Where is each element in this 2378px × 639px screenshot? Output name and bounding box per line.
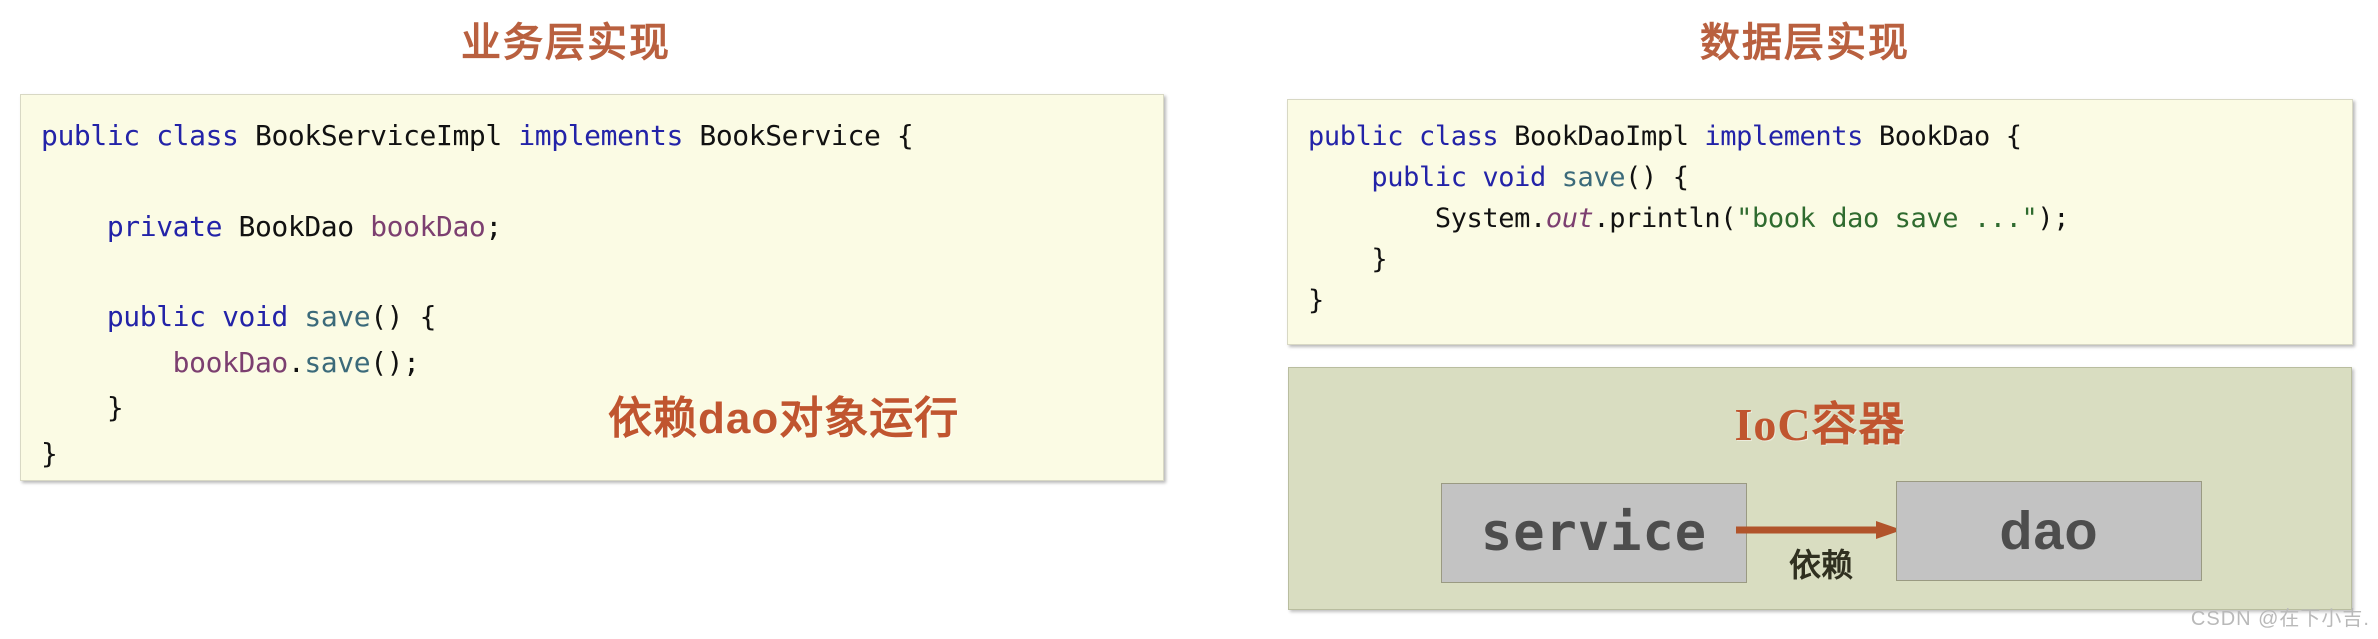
bean-box-service[interactable]: service <box>1441 483 1747 583</box>
watermark-text: CSDN @在下小吉. <box>2190 608 2370 630</box>
page-title-data-layer: 数据层实现 <box>1700 21 1910 65</box>
code-text-book-dao-impl: public class BookDaoImpl implements Book… <box>1308 121 2070 317</box>
arrow-right-icon <box>1736 521 1902 539</box>
dependency-arrow-label: 依赖 <box>1788 547 1853 583</box>
page-title-business-layer: 业务层实现 <box>461 21 671 65</box>
bean-box-service-label: service <box>1480 503 1708 563</box>
bean-box-dao-label: dao <box>1999 501 2099 561</box>
ioc-container-title: IoC容器 <box>1734 399 1906 450</box>
bean-box-dao[interactable]: dao <box>1896 481 2202 581</box>
dependency-note-overlay: 依赖dao对象运行 <box>608 394 960 443</box>
ioc-container-panel: IoC容器 service 依赖 dao <box>1288 367 2352 610</box>
code-text-book-service-impl: public class BookServiceImpl implements … <box>41 119 914 470</box>
code-block-book-dao-impl: public class BookDaoImpl implements Book… <box>1287 99 2353 345</box>
code-block-book-service-impl: public class BookServiceImpl implements … <box>20 94 1164 481</box>
